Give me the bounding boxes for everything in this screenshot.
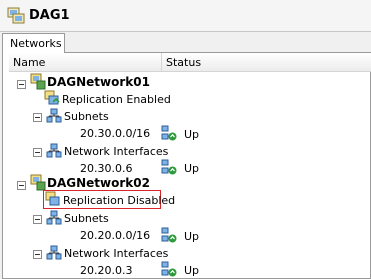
status-up-icon: [161, 227, 177, 243]
network1-interface-status: Up: [184, 162, 200, 175]
network1-subnet-status: Up: [184, 128, 200, 141]
network2-subnets-label[interactable]: Subnets: [64, 212, 109, 225]
subnets-icon: [46, 210, 62, 225]
status-up-icon: [161, 159, 177, 175]
column-header-status-label: Status: [166, 56, 202, 69]
network2-interface-status: Up: [184, 264, 200, 277]
network1-name[interactable]: DAGNetwork01: [47, 75, 150, 89]
network2-name[interactable]: DAGNetwork02: [47, 176, 150, 190]
column-header-name[interactable]: Name: [9, 53, 162, 72]
network2-interfaces-collapse-toggle[interactable]: [33, 250, 42, 259]
network1-interface-value[interactable]: 20.30.0.6: [80, 162, 132, 175]
network2-subnet-value[interactable]: 20.20.0.0/16: [80, 229, 150, 242]
network2-subnets-collapse-toggle[interactable]: [33, 215, 42, 224]
column-header-name-label: Name: [13, 56, 46, 69]
window-title: DAG1: [29, 8, 70, 23]
networks-tree-pane: Name Status DAGNetwork01 Replication Ena…: [2, 52, 371, 279]
network1-interfaces-collapse-toggle[interactable]: [33, 148, 42, 157]
network1-interfaces-label[interactable]: Network Interfaces: [64, 145, 168, 158]
tab-networks-label: Networks: [10, 37, 62, 50]
subnets-icon: [46, 108, 62, 123]
network2-subnet-status: Up: [184, 230, 200, 243]
dag-icon: [7, 7, 25, 24]
network1-subnets-collapse-toggle[interactable]: [33, 113, 42, 122]
network1-collapse-toggle[interactable]: [17, 80, 26, 89]
network-interfaces-icon: [46, 245, 62, 260]
status-up-icon: [161, 125, 177, 141]
network1-subnets-label[interactable]: Subnets: [64, 110, 109, 123]
network2-interface-value[interactable]: 20.20.0.3: [80, 264, 132, 277]
network-interfaces-icon: [46, 143, 62, 158]
status-up-icon: [161, 261, 177, 277]
network2-interfaces-label[interactable]: Network Interfaces: [64, 247, 168, 260]
tab-networks[interactable]: Networks: [2, 33, 65, 53]
network2-replication-status[interactable]: Replication Disabled: [63, 194, 175, 207]
column-header-status[interactable]: Status: [162, 53, 371, 72]
replication-icon: [44, 90, 60, 105]
network1-subnet-value[interactable]: 20.30.0.0/16: [80, 127, 150, 140]
window-title-bar: DAG1: [0, 0, 371, 32]
network-icon: [30, 73, 46, 90]
replication-icon: [45, 191, 60, 206]
network2-collapse-toggle[interactable]: [17, 181, 26, 190]
network1-replication-status[interactable]: Replication Enabled: [62, 93, 171, 106]
